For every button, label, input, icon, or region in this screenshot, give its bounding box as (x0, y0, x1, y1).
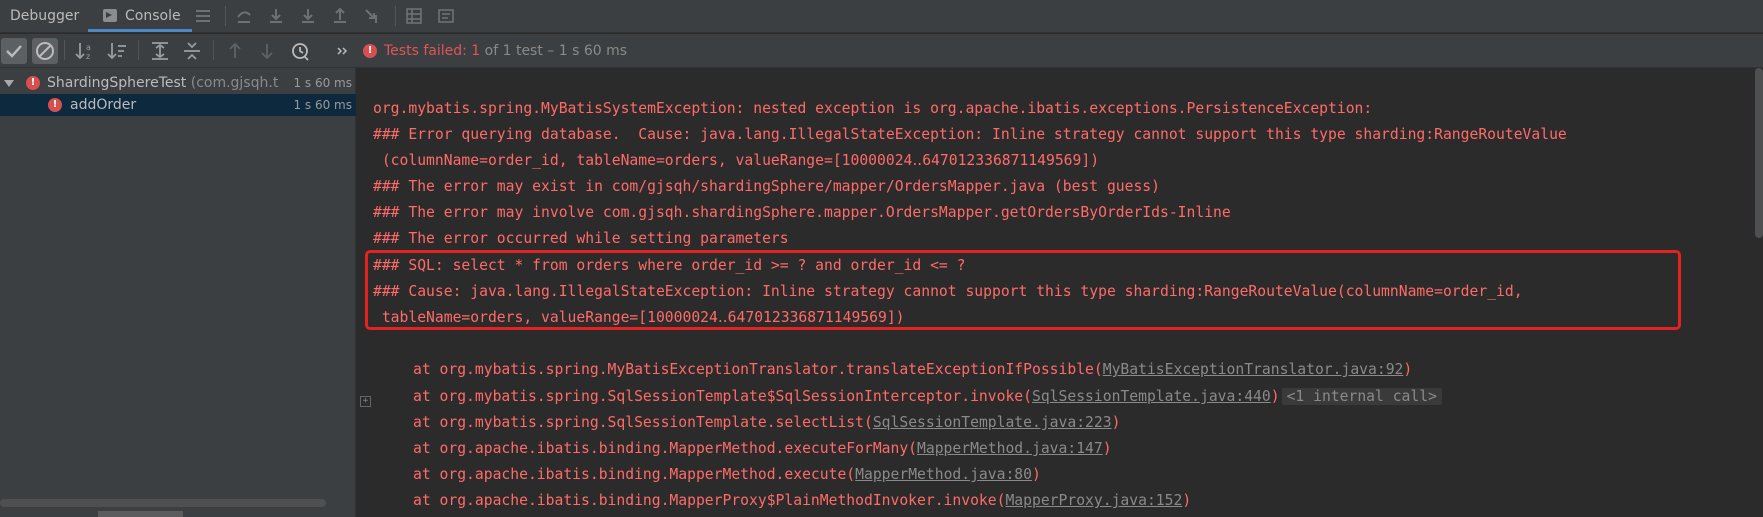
expand-fold-icon[interactable]: + (360, 396, 371, 407)
error-icon: ! (26, 76, 40, 90)
console-line: ### The error occurred while setting par… (373, 230, 789, 247)
test-runner-toolbar: az ! Tests failed: 1 of 1 test – 1 s 60 … (0, 34, 1763, 68)
test-duration: 1 s 60 ms (293, 76, 352, 90)
test-history-icon[interactable] (289, 40, 311, 62)
force-step-into-icon[interactable] (299, 7, 317, 25)
test-class-package: (com.gjsqh.t (186, 75, 279, 91)
next-failed-icon[interactable] (256, 40, 278, 62)
stack-frame-suffix: ) (1403, 361, 1413, 378)
expand-all-icon[interactable] (149, 40, 171, 62)
console-line: ### The error may involve com.gjsqh.shar… (373, 204, 1231, 221)
stack-frame-suffix: ) (1111, 414, 1121, 431)
active-tab-indicator (88, 29, 192, 32)
test-tree: ! ShardingSphereTest (com.gjsqh.t 1 s 60… (0, 68, 356, 517)
console-line: org.mybatis.spring.MyBatisSystemExceptio… (373, 100, 1373, 117)
test-class-name: ShardingSphereTest (47, 75, 187, 91)
test-status: Tests failed: 1 of 1 test – 1 s 60 ms (384, 34, 627, 68)
trace-icon[interactable] (437, 7, 455, 25)
tree-item-label: ShardingSphereTest (com.gjsqh.t (47, 72, 278, 94)
stack-frame-suffix: ) (1102, 440, 1112, 457)
toolbar-divider (64, 40, 65, 60)
step-over-icon[interactable] (235, 7, 253, 25)
internal-calls-badge[interactable]: <1 internal call> (1281, 388, 1442, 405)
source-link[interactable]: MyBatisExceptionTranslator.java:92 (1103, 361, 1404, 378)
show-passed-button[interactable] (1, 38, 27, 64)
step-into-icon[interactable] (267, 7, 285, 25)
vertical-scrollbar[interactable] (1755, 68, 1763, 238)
stack-frame: at org.mybatis.spring.SqlSessionTemplate… (413, 385, 1442, 409)
stack-frame-suffix: ) (1032, 466, 1041, 483)
source-link[interactable]: SqlSessionTemplate.java:440 (1032, 388, 1271, 405)
run-to-cursor-icon[interactable] (363, 7, 381, 25)
source-link[interactable]: SqlSessionTemplate.java:223 (873, 414, 1112, 431)
status-failed-label: Tests failed: (384, 43, 472, 59)
svg-text:z: z (86, 52, 90, 61)
status-failed-count: 1 (471, 43, 481, 59)
tab-console-label: Console (125, 8, 181, 24)
scrollbar-thumb[interactable] (98, 511, 183, 517)
stack-frame: at org.apache.ibatis.binding.MapperMetho… (413, 437, 1112, 461)
tree-item-root[interactable]: ! ShardingSphereTest (com.gjsqh.t 1 s 60… (0, 72, 356, 94)
ignored-icon (36, 42, 54, 60)
stack-frame-suffix: ) (1270, 388, 1280, 405)
horizontal-scrollbar[interactable] (0, 499, 326, 507)
sort-alphabetically-icon[interactable]: az (74, 40, 96, 62)
sort-by-duration-icon[interactable] (106, 40, 128, 62)
error-icon: ! (48, 98, 62, 112)
stack-frame-suffix: ) (1182, 492, 1192, 509)
stack-frame: at org.mybatis.spring.MyBatisExceptionTr… (413, 358, 1412, 382)
menu-icon[interactable] (194, 7, 212, 25)
debug-tab-bar: Debugger Console (0, 0, 1763, 33)
collapse-all-icon[interactable] (181, 40, 203, 62)
show-ignored-button[interactable] (32, 38, 58, 64)
source-link[interactable]: MapperMethod.java:147 (917, 440, 1103, 457)
console-line: ### The error may exist in com/gjsqh/sha… (373, 178, 1160, 195)
tab-debugger[interactable]: Debugger (10, 0, 79, 33)
tree-item-addorder[interactable]: ! addOrder 1 s 60 ms (0, 94, 356, 116)
more-actions-icon[interactable] (336, 40, 350, 62)
toolbar-divider (213, 40, 214, 60)
stack-frame: at org.mybatis.spring.SqlSessionTemplate… (413, 411, 1120, 435)
previous-failed-icon[interactable] (224, 40, 246, 62)
test-method-name: addOrder (70, 97, 137, 113)
console-icon (103, 9, 117, 22)
console-line: ### Error querying database. Cause: java… (373, 126, 1567, 143)
stack-frame-text: at org.mybatis.spring.SqlSessionTemplate… (413, 388, 1032, 405)
error-icon: ! (363, 44, 377, 58)
stack-frame-text: at org.mybatis.spring.SqlSessionTemplate… (413, 414, 873, 431)
test-duration: 1 s 60 ms (293, 98, 352, 112)
stack-frame-text: at org.mybatis.spring.MyBatisExceptionTr… (413, 361, 1103, 378)
evaluate-icon[interactable] (405, 7, 423, 25)
stack-frame: at org.apache.ibatis.binding.MapperMetho… (413, 463, 1041, 487)
toolbar-divider (395, 6, 396, 26)
console-output[interactable]: org.mybatis.spring.MyBatisSystemExceptio… (357, 68, 1763, 517)
highlight-box (365, 250, 1681, 330)
stack-frame-text: at org.apache.ibatis.binding.MapperProxy… (413, 492, 1006, 509)
toolbar-divider (138, 40, 139, 60)
step-out-icon[interactable] (331, 7, 349, 25)
console-line: (columnName=order_id, tableName=orders, … (373, 152, 1100, 169)
source-link[interactable]: MapperProxy.java:152 (1005, 492, 1182, 509)
stack-frame: at org.apache.ibatis.binding.MapperProxy… (413, 489, 1191, 513)
source-link[interactable]: MapperMethod.java:80 (855, 466, 1032, 483)
stack-frame-text: at org.apache.ibatis.binding.MapperMetho… (413, 466, 856, 483)
status-summary: of 1 test – 1 s 60 ms (480, 43, 628, 59)
expand-arrow-icon[interactable] (4, 80, 14, 87)
toolbar-divider (225, 6, 226, 26)
stack-frame-text: at org.apache.ibatis.binding.MapperMetho… (413, 440, 918, 457)
svg-text:a: a (86, 43, 91, 52)
check-icon (6, 45, 22, 58)
